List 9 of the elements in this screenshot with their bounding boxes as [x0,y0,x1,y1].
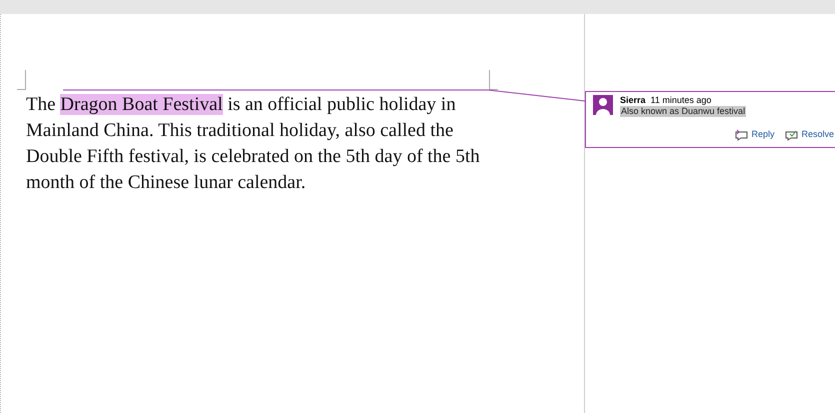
reply-icon [735,128,748,141]
comment-text: Also known as Duanwu festival [620,106,746,117]
body-paragraph: The Dragon Boat Festival is an official public holiday in Mainland China. This traditional holiday, also called the Double Fifth festival, is celebrated on the 5th day of the 5th month of the Chinese lunar calendar. [26,93,481,195]
avatar-icon [593,95,613,115]
comment-author: Sierra [620,95,646,106]
resolve-icon [785,128,798,141]
resolve-button[interactable]: Resolve [785,128,834,142]
reply-button[interactable]: Reply [735,128,774,142]
comment-time: 11 minutes ago [650,95,712,106]
